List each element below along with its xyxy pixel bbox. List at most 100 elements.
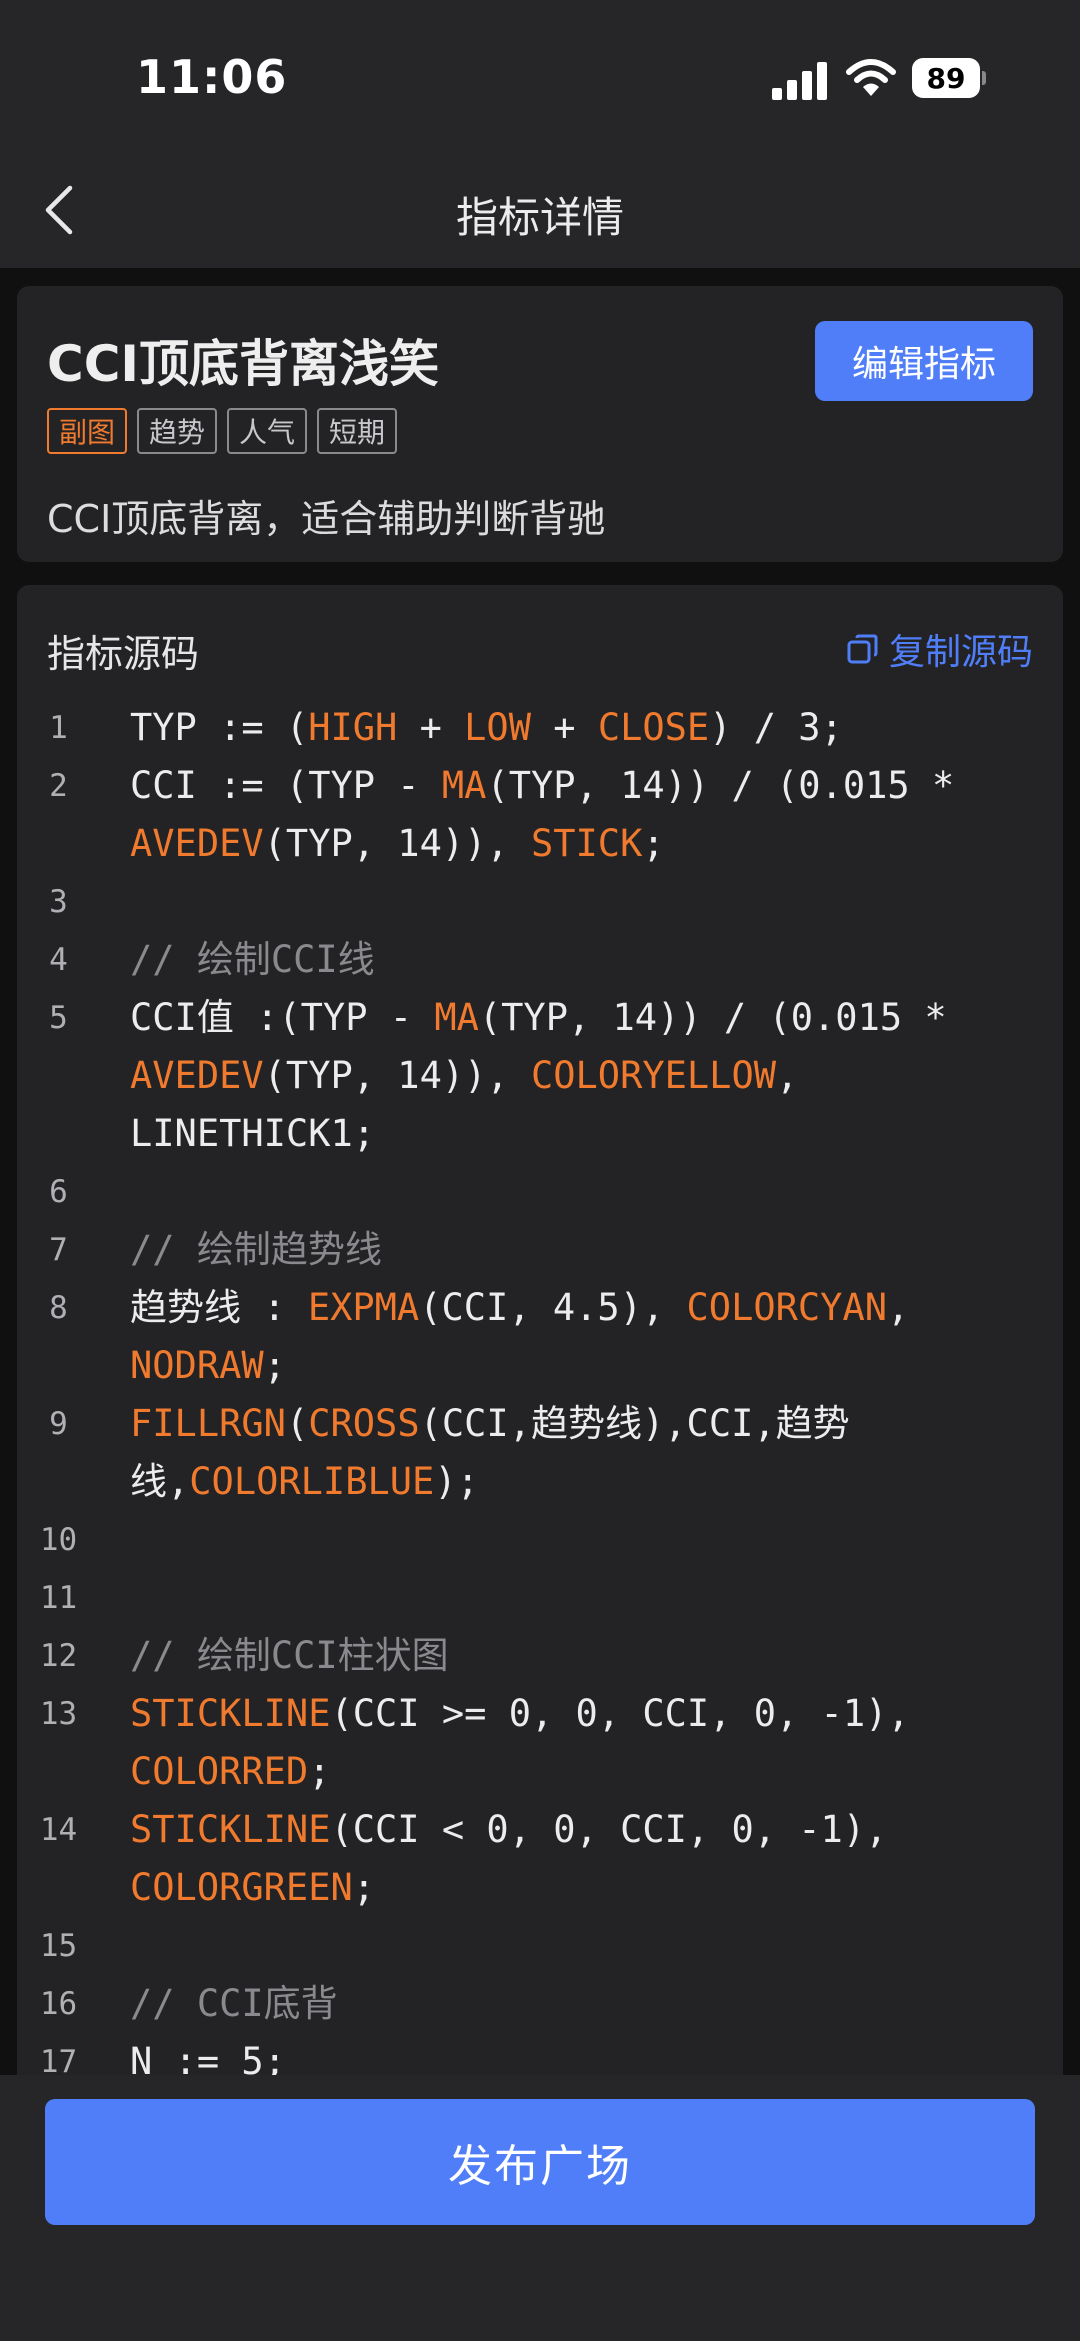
code-plain: 趋势线 : <box>130 1286 308 1329</box>
code-plain: , <box>887 1286 932 1329</box>
code-line: 6 <box>17 1163 1063 1221</box>
code-plain: N := 5; <box>130 2040 286 2075</box>
code-plain: (CCI >= 0, 0, CCI, 0, -1), <box>330 1692 932 1735</box>
code-line: 9 FILLRGN(CROSS(CCI,趋势线),CCI,趋势线,COLORLIB… <box>17 1395 1063 1511</box>
nav-bar: 指标详情 <box>0 160 1080 268</box>
line-number: 1 <box>49 710 68 746</box>
line-number: 6 <box>49 1174 68 1210</box>
status-bar: 11:06 89 <box>0 0 1080 160</box>
code-plain: (TYP, 14)), <box>263 822 531 865</box>
code-text: // CCI底背 <box>100 1975 980 2033</box>
code-keyword: LOW <box>464 706 531 749</box>
line-number: 10 <box>39 1522 78 1558</box>
battery-level: 89 <box>912 58 980 98</box>
code-plain: ; <box>263 1344 286 1387</box>
source-code-card: 指标源码 复制源码 1 TYP := (HIGH + LOW + CLOSE) /… <box>17 585 1063 2075</box>
code-text: STICKLINE(CCI >= 0, 0, CCI, 0, -1), COLO… <box>100 1685 980 1801</box>
code-plain: ) / 3; <box>709 706 843 749</box>
line-number: 5 <box>49 1000 68 1036</box>
copy-source-button[interactable]: 复制源码 <box>847 623 1033 675</box>
code-keyword: COLORRED <box>130 1750 309 1793</box>
code-text: 趋势线 : EXPMA(CCI, 4.5), COLORCYAN, NODRAW… <box>100 1279 980 1395</box>
code-plain: + <box>530 706 598 749</box>
code-plain: ); <box>434 1460 479 1503</box>
code-text: CCI := (TYP - MA(TYP, 14)) / (0.015 * AV… <box>100 757 980 873</box>
code-line: 4 // 绘制CCI线 <box>17 931 1063 989</box>
code-keyword: STICKLINE <box>130 1692 331 1735</box>
code-plain: TYP := ( <box>130 706 309 749</box>
publish-button[interactable]: 发布广场 <box>45 2099 1035 2225</box>
code-text: TYP := (HIGH + LOW + CLOSE) / 3; <box>100 699 980 757</box>
code-keyword: CLOSE <box>597 706 710 749</box>
code-line: 14 STICKLINE(CCI < 0, 0, CCI, 0, -1), COL… <box>17 1801 1063 1917</box>
code-line: 10 <box>17 1511 1063 1569</box>
line-number: 12 <box>39 1638 78 1674</box>
code-text: // 绘制趋势线 <box>100 1221 980 1279</box>
code-keyword: COLORYELLOW <box>530 1054 777 1097</box>
code-plain: + <box>397 706 465 749</box>
code-comment: // 绘制CCI柱状图 <box>130 1634 449 1677</box>
tag-item: 副图 <box>47 408 128 454</box>
code-line: 7 // 绘制趋势线 <box>17 1221 1063 1279</box>
code-plain: CCI := (TYP - <box>130 764 442 807</box>
code-keyword: COLORCYAN <box>686 1286 888 1329</box>
code-text: FILLRGN(CROSS(CCI,趋势线),CCI,趋势线,COLORLIBL… <box>100 1395 980 1511</box>
code-keyword: CROSS <box>308 1402 420 1445</box>
indicator-title: CCI顶底背离浅笑 <box>47 335 439 393</box>
code-keyword: STICKLINE <box>130 1808 331 1851</box>
source-title: 指标源码 <box>47 632 200 676</box>
tag-item: 人气 <box>227 408 308 454</box>
code-line: 8 趋势线 : EXPMA(CCI, 4.5), COLORCYAN, NODRA… <box>17 1279 1063 1395</box>
tag-list: 副图 趋势 人气 短期 <box>47 408 398 454</box>
code-plain: (TYP, 14)), <box>263 1054 531 1097</box>
code-line: 13 STICKLINE(CCI >= 0, 0, CCI, 0, -1), CO… <box>17 1685 1063 1801</box>
tag-item: 趋势 <box>137 408 218 454</box>
line-number: 3 <box>49 884 68 920</box>
line-number: 9 <box>49 1406 68 1442</box>
line-number: 16 <box>39 1986 78 2022</box>
wifi-icon <box>846 59 896 96</box>
line-number: 17 <box>39 2044 78 2075</box>
code-line: 3 <box>17 873 1063 931</box>
line-number: 7 <box>49 1232 68 1268</box>
code-keyword: COLORGREEN <box>130 1866 353 1909</box>
tag-item: 短期 <box>317 408 398 454</box>
indicator-description: CCI顶底背离，适合辅助判断背驰 <box>47 497 606 541</box>
copy-icon <box>847 634 878 664</box>
code-keyword: EXPMA <box>307 1286 420 1329</box>
line-number: 4 <box>49 942 68 978</box>
code-keyword: MA <box>441 764 487 807</box>
battery-icon: 89 <box>912 58 986 98</box>
code-line: 2 CCI := (TYP - MA(TYP, 14)) / (0.015 * A… <box>17 757 1063 873</box>
code-comment: // 绘制趋势线 <box>130 1228 382 1271</box>
line-number: 11 <box>39 1580 78 1616</box>
line-number: 14 <box>39 1812 78 1848</box>
code-keyword: FILLRGN <box>130 1402 286 1445</box>
code-comment: // CCI底背 <box>130 1982 338 2025</box>
code-line: 11 <box>17 1569 1063 1627</box>
code-text: CCI值 :(TYP - MA(TYP, 14)) / (0.015 * AVE… <box>100 989 980 1163</box>
line-number: 15 <box>39 1928 78 1964</box>
code-keyword: AVEDEV <box>130 1054 264 1097</box>
copy-source-label: 复制源码 <box>888 632 1033 673</box>
code-keyword: HIGH <box>308 706 398 749</box>
edit-indicator-button[interactable]: 编辑指标 <box>815 321 1033 401</box>
line-number: 8 <box>49 1290 68 1326</box>
code-line: 15 <box>17 1917 1063 1975</box>
code-keyword: MA <box>434 996 479 1039</box>
code-keyword: STICK <box>530 822 643 865</box>
code-text: N := 5; <box>100 2033 980 2075</box>
code-plain: ; <box>642 822 665 865</box>
code-plain: (CCI, 4.5), <box>419 1286 687 1329</box>
code-text: // 绘制CCI线 <box>100 931 980 989</box>
code-plain: ; <box>308 1750 331 1793</box>
indicator-info-card: CCI顶底背离浅笑 编辑指标 副图 趋势 人气 短期 CCI顶底背离，适合辅助判… <box>17 286 1063 562</box>
code-plain: (TYP, 14)) / (0.015 * <box>486 764 977 807</box>
bottom-bar: 发布广场 <box>0 2075 1080 2341</box>
code-keyword: COLORLIBLUE <box>189 1460 435 1503</box>
code-plain: CCI值 :(TYP - <box>130 996 435 1039</box>
